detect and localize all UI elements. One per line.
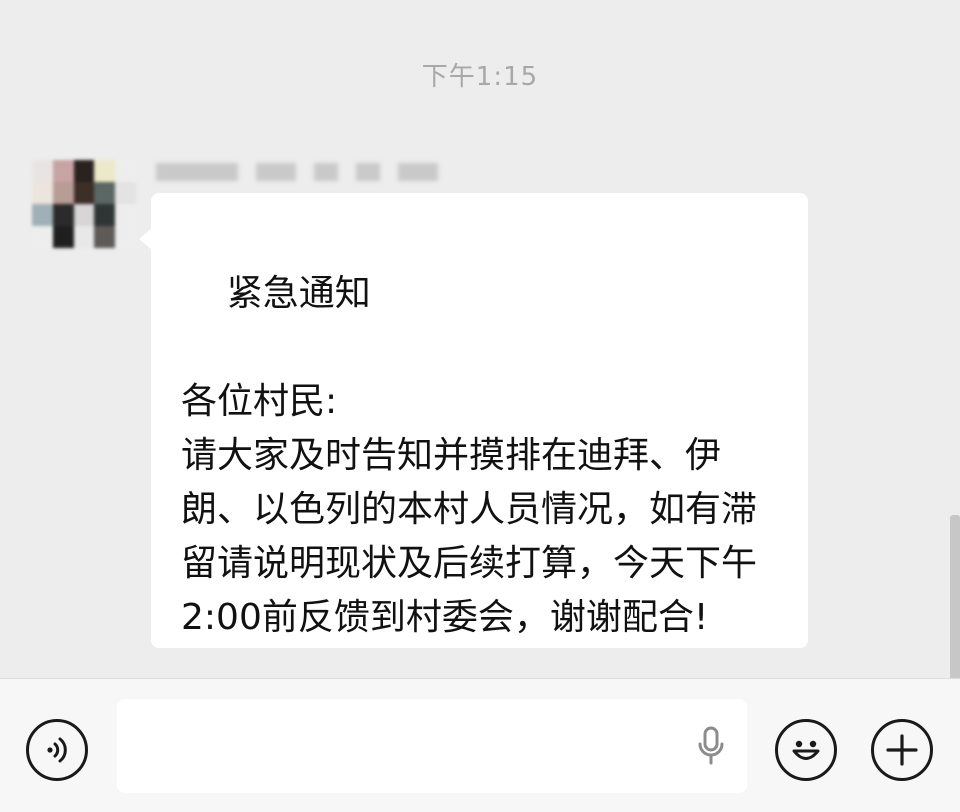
more-button[interactable] — [871, 719, 933, 781]
message-text: 紧急通知 各位村民: 请大家及时告知并摸排在迪拜、伊朗、以色列的本村人员情况，如… — [181, 273, 758, 638]
plus-icon — [886, 734, 918, 766]
chat-screen: 下午1:15 紧急通知 各位村民: 请大家及时告知并摸排在迪拜、伊朗、以色列的本… — [0, 0, 960, 812]
emoji-button[interactable] — [775, 719, 837, 781]
smiley-face-icon — [792, 740, 820, 760]
message-timestamp: 下午1:15 — [421, 62, 539, 92]
voice-mode-button[interactable] — [26, 719, 88, 781]
message-input[interactable] — [117, 699, 747, 793]
voice-mode-icon — [47, 737, 67, 763]
avatar[interactable] — [32, 160, 136, 248]
sender-name-redacted — [156, 160, 536, 184]
input-bar — [0, 678, 960, 812]
message-bubble[interactable]: 紧急通知 各位村民: 请大家及时告知并摸排在迪拜、伊朗、以色列的本村人员情况，如… — [151, 193, 808, 648]
microphone-icon[interactable] — [697, 726, 725, 766]
scrollbar[interactable] — [950, 515, 960, 680]
